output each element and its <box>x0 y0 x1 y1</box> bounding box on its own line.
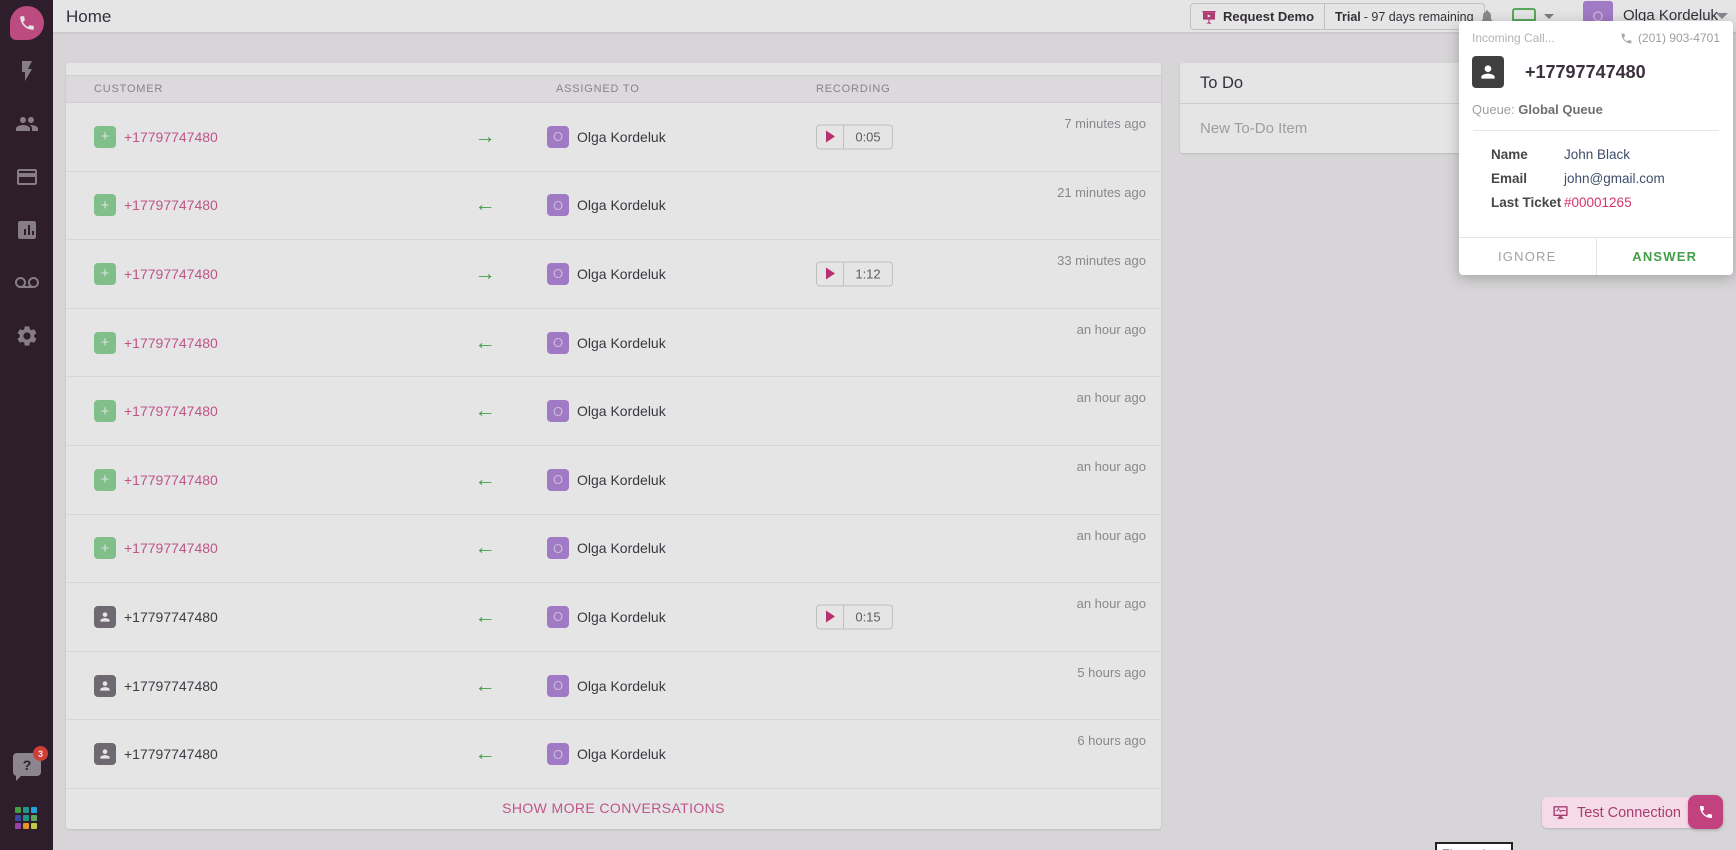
caller-field-email: Email john@gmail.com <box>1491 171 1665 186</box>
answer-call-button[interactable]: ANSWER <box>1597 238 1734 275</box>
caller-number: +17797747480 <box>1525 61 1646 82</box>
queue-label: Queue: <box>1472 102 1515 117</box>
pulse-monitor-icon <box>1553 806 1568 819</box>
caller-field-name: Name John Black <box>1491 147 1631 162</box>
app-root: ? 3 Home Request Demo Trial - 97 days re… <box>0 0 1736 850</box>
phone-icon <box>1699 806 1712 818</box>
dialer-phone-button[interactable] <box>1688 795 1723 829</box>
caller-field-last-ticket: Last Ticket #00001265 <box>1491 195 1632 210</box>
incoming-call-popup: Incoming Call... (201) 903-4701 +1779774… <box>1459 21 1733 275</box>
ticket-link[interactable]: #00001265 <box>1564 195 1632 210</box>
caller-id: (201) 903-4701 <box>1637 31 1720 45</box>
test-connection-button[interactable]: Test Connection <box>1542 797 1695 828</box>
caller-line: (201) 903-4701 <box>1620 31 1720 45</box>
ignore-call-button[interactable]: IGNORE <box>1459 238 1597 275</box>
call-status: Incoming Call... <box>1472 31 1555 45</box>
divider <box>1473 130 1719 131</box>
caller-avatar <box>1472 56 1504 88</box>
person-icon <box>1481 65 1495 79</box>
queue-value: Global Queue <box>1518 102 1603 117</box>
clipped-tooltip: Elapsed time <box>1435 842 1513 850</box>
phone-icon <box>1621 33 1632 43</box>
